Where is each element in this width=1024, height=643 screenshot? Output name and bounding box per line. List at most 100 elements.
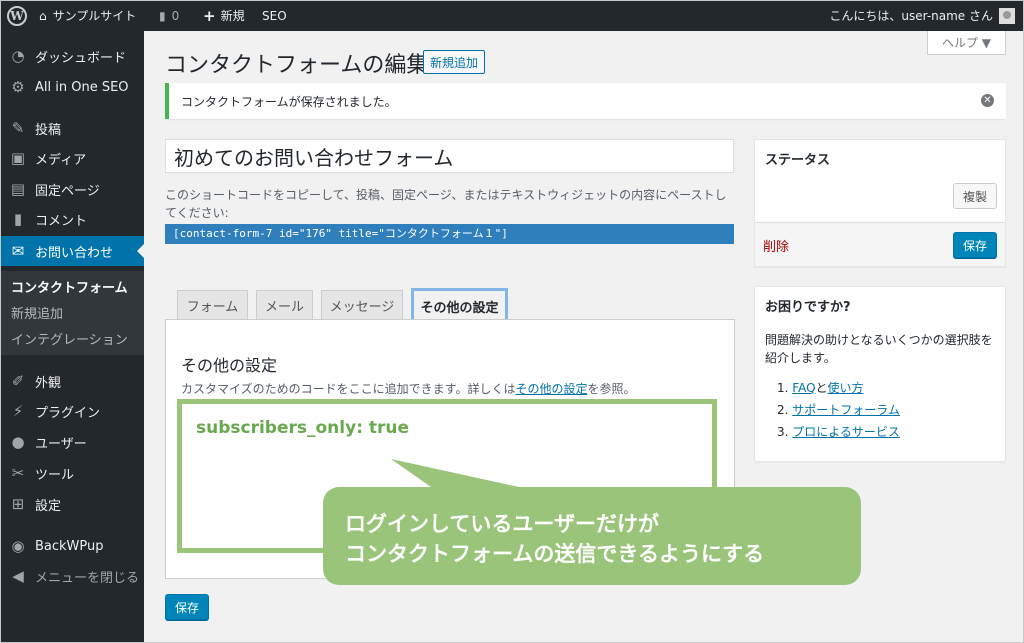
help-list-item: 1. FAQと使い方 xyxy=(777,379,864,396)
panel-title: その他の設定 xyxy=(181,356,278,375)
code-text: subscribers_only: true xyxy=(196,418,410,438)
brush-icon: ✐ xyxy=(11,372,25,390)
comments-menu[interactable]: ▮ 0 xyxy=(159,1,179,31)
sidebar-item-posts[interactable]: ✎ 投稿 xyxy=(1,113,144,143)
sidebar-collapse-menu[interactable]: ◀ メニューを閉じる xyxy=(1,561,144,591)
submenu-add-new[interactable]: 新規追加 xyxy=(11,303,63,322)
sidebar-item-label: コメント xyxy=(35,213,88,229)
submenu-contact-forms[interactable]: コンタクトフォーム xyxy=(11,277,128,296)
sidebar-item-users[interactable]: ● ユーザー xyxy=(1,427,144,457)
sidebar-item-label: 設定 xyxy=(35,498,62,514)
tab-form[interactable]: フォーム xyxy=(177,290,248,320)
panel-description: カスタマイズのためのコードをここに追加できます。詳しくはその他の設定を参照。 xyxy=(181,380,635,397)
comment-icon: ▮ xyxy=(13,210,23,228)
mail-icon: ✉ xyxy=(11,242,25,260)
tab-mail[interactable]: メール xyxy=(256,290,313,320)
sidebar-item-pages[interactable]: ▤ 固定ページ xyxy=(1,174,144,204)
greeting: こんにちは、user-name さん xyxy=(829,9,993,23)
sidebar-item-backwpup[interactable]: ◉ BackWPup xyxy=(1,531,144,561)
help-description: 問題解決の助けとなるいくつかの選択肢を紹介します。 xyxy=(765,333,993,365)
help-tab-button[interactable]: ヘルプ ▼ xyxy=(927,31,1006,55)
sidebar-item-label: ツール xyxy=(35,467,75,483)
site-name-menu[interactable]: ⌂ サンプルサイト xyxy=(39,1,136,31)
callout-line-2: コンタクトフォームの送信できるようにする xyxy=(345,542,765,566)
sidebar-item-label: All in One SEO xyxy=(35,79,129,95)
page-title: コンタクトフォームの編集 xyxy=(165,53,429,78)
media-icon: ▣ xyxy=(10,149,26,167)
sidebar-item-label: 固定ページ xyxy=(35,183,100,199)
faq-link[interactable]: FAQ xyxy=(792,381,815,395)
admin-bar: W ⌂ サンプルサイト ▮ 0 + 新規 SEO こんにちは、user-name… xyxy=(1,1,1023,31)
screenshot-frame: W ⌂ サンプルサイト ▮ 0 + 新規 SEO こんにちは、user-name… xyxy=(0,0,1024,643)
duplicate-button[interactable]: 複製 xyxy=(953,183,997,209)
sidebar-item-dashboard[interactable]: ◔ ダッシュボード xyxy=(1,41,144,71)
usage-link[interactable]: 使い方 xyxy=(828,381,864,395)
page-icon: ▤ xyxy=(10,180,26,198)
sidebar-item-tools[interactable]: ✂ ツール xyxy=(1,458,144,488)
wp-logo-menu[interactable]: W xyxy=(7,1,27,31)
list-number: 2. xyxy=(777,403,789,417)
additional-settings-link[interactable]: その他の設定 xyxy=(515,382,587,396)
support-forum-link[interactable]: サポートフォーラム xyxy=(792,403,900,417)
admin-sidebar: ◔ ダッシュボード ⚙ All in One SEO ✎ 投稿 ▣ メディア ▤… xyxy=(1,31,144,642)
sidebar-item-label: 外観 xyxy=(35,375,62,391)
sidebar-item-settings[interactable]: ⊞ 設定 xyxy=(1,489,144,519)
sidebar-item-contact[interactable]: ✉ お問い合わせ xyxy=(1,236,144,266)
save-button[interactable]: 保存 xyxy=(165,594,209,620)
help-title: お困りですか? xyxy=(765,300,851,315)
site-name: サンプルサイト xyxy=(52,9,137,23)
sidebar-item-plugins[interactable]: ⚡ プラグイン xyxy=(1,396,144,426)
user-icon: ● xyxy=(11,433,25,451)
seo-label: SEO xyxy=(262,9,287,23)
list-number: 1. xyxy=(777,381,789,395)
wordpress-logo-icon: W xyxy=(7,6,27,26)
shortcode-description: このショートコードをコピーして、投稿、固定ページ、またはテキストウィジェットの内… xyxy=(165,188,727,220)
dashboard-icon: ◔ xyxy=(11,47,25,65)
sidebar-item-aioseo[interactable]: ⚙ All in One SEO xyxy=(1,72,144,102)
wrench-icon: ✂ xyxy=(11,464,25,482)
sidebar-item-label: 投稿 xyxy=(35,122,62,138)
sidebar-item-label: プラグイン xyxy=(35,405,101,421)
avatar xyxy=(999,8,1015,24)
sidebar-item-comments[interactable]: ▮ コメント xyxy=(1,204,144,234)
sidebar-item-appearance[interactable]: ✐ 外観 xyxy=(1,366,144,396)
home-icon: ⌂ xyxy=(39,9,47,23)
contact-submenu: コンタクトフォーム 新規追加 インテグレーション xyxy=(1,271,144,355)
sidebar-item-label: お問い合わせ xyxy=(35,245,114,261)
status-save-button[interactable]: 保存 xyxy=(953,232,997,258)
add-new-button[interactable]: 新規追加 xyxy=(423,50,485,74)
panel-desc-prefix: カスタマイズのためのコードをここに追加できます。詳しくは xyxy=(181,382,516,396)
plugin-icon: ⚡ xyxy=(12,402,24,420)
pin-icon: ✎ xyxy=(11,119,25,137)
submenu-integration[interactable]: インテグレーション xyxy=(11,329,128,348)
sidebar-item-label: BackWPup xyxy=(35,538,104,554)
callout-annotation: ログインしているユーザーだけが コンタクトフォームの送信できるようにする xyxy=(323,487,861,585)
list-connector: と xyxy=(815,381,828,395)
success-notice: コンタクトフォームが保存されました。 ✕ xyxy=(165,83,1006,119)
sidebar-item-label: メディア xyxy=(35,152,87,168)
status-title: ステータス xyxy=(765,153,831,168)
panel-desc-suffix: を参照。 xyxy=(587,382,636,396)
sidebar-item-label: メニューを閉じる xyxy=(35,570,140,586)
form-title-input[interactable]: 初めてのお問い合わせフォーム xyxy=(165,139,734,173)
list-number: 3. xyxy=(777,425,789,439)
delete-link[interactable]: 削除 xyxy=(763,236,789,255)
tab-messages[interactable]: メッセージ xyxy=(321,290,403,320)
pro-service-link[interactable]: プロによるサービス xyxy=(792,425,900,439)
comment-bubble-icon: ▮ xyxy=(159,9,166,23)
account-menu[interactable]: こんにちは、user-name さん xyxy=(829,1,1015,31)
plus-icon: + xyxy=(203,7,216,25)
seo-menu[interactable]: SEO xyxy=(262,1,287,31)
help-list-item: 3. プロによるサービス xyxy=(777,423,900,440)
new-content-menu[interactable]: + 新規 xyxy=(203,1,245,31)
collapse-icon: ◀ xyxy=(12,567,24,585)
notice-text: コンタクトフォームが保存されました。 xyxy=(181,94,397,109)
sidebar-item-label: ダッシュボード xyxy=(35,50,127,66)
comments-count: 0 xyxy=(171,9,180,23)
shortcode-field[interactable]: [contact-form-7 id="176" title="コンタクトフォー… xyxy=(165,224,734,244)
backwpup-icon: ◉ xyxy=(11,537,25,555)
help-list-item: 2. サポートフォーラム xyxy=(777,401,900,418)
dismiss-icon[interactable]: ✕ xyxy=(981,94,994,107)
sidebar-item-media[interactable]: ▣ メディア xyxy=(1,143,144,173)
settings-icon: ⊞ xyxy=(11,495,25,513)
